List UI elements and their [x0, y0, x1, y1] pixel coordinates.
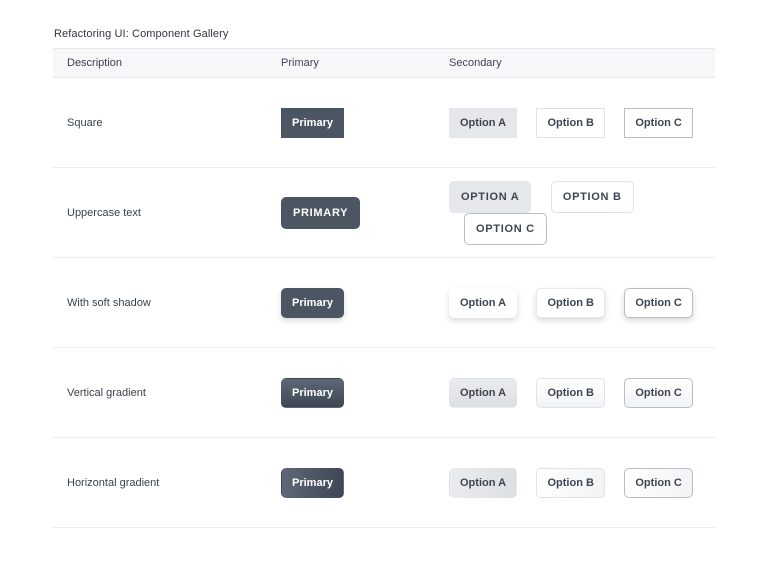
secondary-cell: Option A Option B Option C [449, 288, 715, 318]
option-c-button-hgradient[interactable]: Option C [624, 468, 692, 498]
option-a-button-hgradient[interactable]: Option A [449, 468, 517, 498]
component-gallery-table: Description Primary Secondary Square Pri… [53, 48, 715, 528]
row-description: Uppercase text [53, 207, 281, 219]
row-description: Square [53, 117, 281, 129]
option-b-button-vgradient[interactable]: Option B [536, 378, 604, 408]
primary-button-hgradient[interactable]: Primary [281, 468, 344, 498]
option-b-button-uppercase[interactable]: OPTION B [551, 181, 634, 213]
table-row-uppercase: Uppercase text PRIMARY OPTION A OPTION B… [53, 168, 715, 258]
secondary-cell: OPTION A OPTION B OPTION C [449, 181, 715, 245]
primary-cell: PRIMARY [281, 197, 449, 229]
column-header-description: Description [53, 57, 281, 69]
option-c-button-uppercase[interactable]: OPTION C [464, 213, 547, 245]
option-b-button-square[interactable]: Option B [536, 108, 604, 138]
option-b-button-shadow[interactable]: Option B [536, 288, 604, 318]
page-title: Refactoring UI: Component Gallery [53, 28, 768, 40]
table-row-square: Square Primary Option A Option B Option … [53, 78, 715, 168]
column-header-primary: Primary [281, 57, 449, 69]
component-gallery-page: Refactoring UI: Component Gallery Descri… [0, 0, 768, 528]
option-c-button-shadow[interactable]: Option C [624, 288, 692, 318]
option-a-button-square[interactable]: Option A [449, 108, 517, 138]
primary-cell: Primary [281, 468, 449, 498]
option-c-button-square[interactable]: Option C [624, 108, 692, 138]
table-header-row: Description Primary Secondary [53, 48, 715, 78]
option-b-button-hgradient[interactable]: Option B [536, 468, 604, 498]
column-header-secondary: Secondary [449, 57, 715, 69]
primary-button-shadow[interactable]: Primary [281, 288, 344, 318]
table-row-vertical-gradient: Vertical gradient Primary Option A Optio… [53, 348, 715, 438]
table-row-horizontal-gradient: Horizontal gradient Primary Option A Opt… [53, 438, 715, 528]
option-c-button-vgradient[interactable]: Option C [624, 378, 692, 408]
secondary-cell: Option A Option B Option C [449, 108, 715, 138]
row-description: Horizontal gradient [53, 477, 281, 489]
primary-cell: Primary [281, 108, 449, 138]
primary-button-uppercase[interactable]: PRIMARY [281, 197, 360, 229]
option-a-button-vgradient[interactable]: Option A [449, 378, 517, 408]
primary-cell: Primary [281, 378, 449, 408]
option-a-button-uppercase[interactable]: OPTION A [449, 181, 531, 213]
secondary-cell: Option A Option B Option C [449, 378, 715, 408]
option-a-button-shadow[interactable]: Option A [449, 288, 517, 318]
primary-button-square[interactable]: Primary [281, 108, 344, 138]
primary-button-vgradient[interactable]: Primary [281, 378, 344, 408]
row-description: Vertical gradient [53, 387, 281, 399]
primary-cell: Primary [281, 288, 449, 318]
secondary-cell: Option A Option B Option C [449, 468, 715, 498]
table-row-soft-shadow: With soft shadow Primary Option A Option… [53, 258, 715, 348]
row-description: With soft shadow [53, 297, 281, 309]
